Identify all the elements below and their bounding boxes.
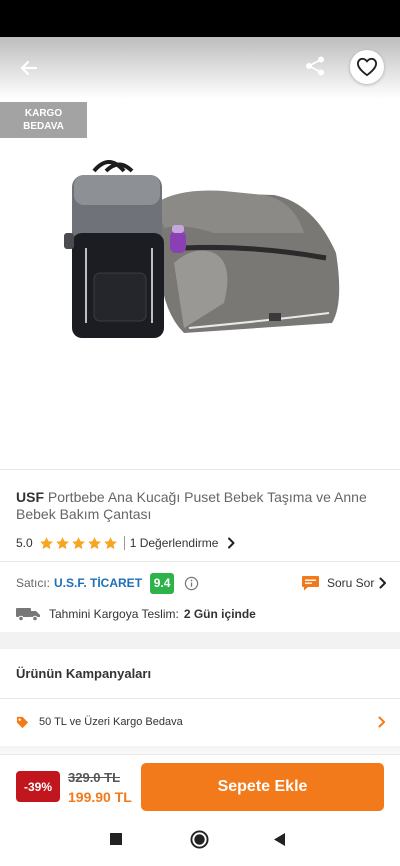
- chevron-right-icon: [226, 537, 236, 549]
- product-image: [64, 160, 340, 338]
- divider: [0, 561, 400, 562]
- triangle-back-icon: [274, 833, 285, 846]
- share-button[interactable]: [300, 51, 330, 81]
- product-name: Portbebe Ana Kucağı Puset Bebek Taşıma v…: [16, 489, 367, 522]
- buy-bar: -39% 329.0 TL 199.90 TL Sepete Ekle: [0, 754, 400, 818]
- seller-label: Satıcı:: [16, 576, 51, 590]
- arrow-left-icon: [20, 60, 38, 76]
- status-bar: [0, 0, 400, 37]
- star-icon: [71, 536, 85, 549]
- info-icon[interactable]: [184, 576, 199, 591]
- free-shipping-badge-line1: KARGO: [24, 108, 63, 119]
- baby-carrier-illustration: [156, 190, 340, 333]
- product-title: USF Portbebe Ana Kucağı Puset Bebek Taşı…: [16, 489, 388, 523]
- square-icon: [110, 833, 122, 845]
- campaign-text: 50 TL ve Üzeri Kargo Bedava: [39, 716, 183, 728]
- favorite-button[interactable]: [350, 50, 384, 84]
- rating-separator: [123, 536, 125, 550]
- truck-icon: [16, 607, 41, 621]
- share-icon: [306, 56, 324, 76]
- ask-question-button[interactable]: Soru Sor: [301, 573, 387, 593]
- rating-stars: [39, 536, 118, 551]
- ask-question-label: Soru Sor: [327, 576, 375, 590]
- rating-row[interactable]: 5.0 1 Değerlendirme: [16, 534, 236, 552]
- product-brand[interactable]: USF: [16, 489, 44, 505]
- header-shade: [0, 37, 400, 99]
- chevron-right-icon: [378, 577, 387, 589]
- seller-score-badge: 9.4: [150, 572, 175, 594]
- delivery-days: 2 Gün içinde: [183, 607, 256, 621]
- chevron-right-icon: [377, 716, 386, 728]
- back-button[interactable]: [14, 53, 44, 83]
- rating-score: 5.0: [16, 536, 33, 550]
- section-separator: [0, 632, 400, 649]
- star-icon: [103, 536, 117, 549]
- seller-row: Satıcı: U.S.F. TİCARET 9.4: [16, 572, 199, 594]
- divider: [0, 698, 400, 699]
- campaigns-title: Ürünün Kampanyaları: [16, 666, 152, 681]
- new-price: 199.90 TL: [68, 789, 132, 805]
- circle-home-icon: [190, 830, 209, 849]
- recent-apps-button[interactable]: [109, 832, 123, 846]
- free-shipping-badge: KARGO BEDAVA: [0, 102, 87, 138]
- old-price: 329.0 TL: [68, 770, 121, 785]
- discount-badge: -39%: [16, 771, 60, 802]
- seller-name-link[interactable]: U.S.F. TİCARET: [54, 576, 142, 590]
- home-button[interactable]: [190, 830, 209, 849]
- delivery-estimate: Tahmini Kargoya Teslim: 2 Gün içinde: [16, 604, 256, 624]
- campaign-item[interactable]: 50 TL ve Üzeri Kargo Bedava: [16, 712, 386, 732]
- backpack-illustration: [64, 160, 164, 338]
- delivery-label: Tahmini Kargoya Teslim:: [49, 607, 179, 621]
- star-icon: [87, 536, 101, 549]
- star-icon: [55, 536, 69, 549]
- system-nav-bar: [0, 818, 400, 866]
- add-to-cart-button[interactable]: Sepete Ekle: [141, 763, 384, 811]
- divider: [0, 469, 400, 470]
- chat-bubble-icon: [301, 575, 320, 592]
- heart-outline-icon: [356, 57, 377, 77]
- review-count: 1 Değerlendirme: [129, 536, 219, 550]
- free-shipping-badge-line2: BEDAVA: [23, 121, 64, 132]
- tag-icon: [16, 716, 29, 729]
- star-icon: [39, 536, 53, 549]
- product-gallery[interactable]: KARGO BEDAVA: [0, 37, 400, 467]
- nav-back-button[interactable]: [273, 832, 287, 847]
